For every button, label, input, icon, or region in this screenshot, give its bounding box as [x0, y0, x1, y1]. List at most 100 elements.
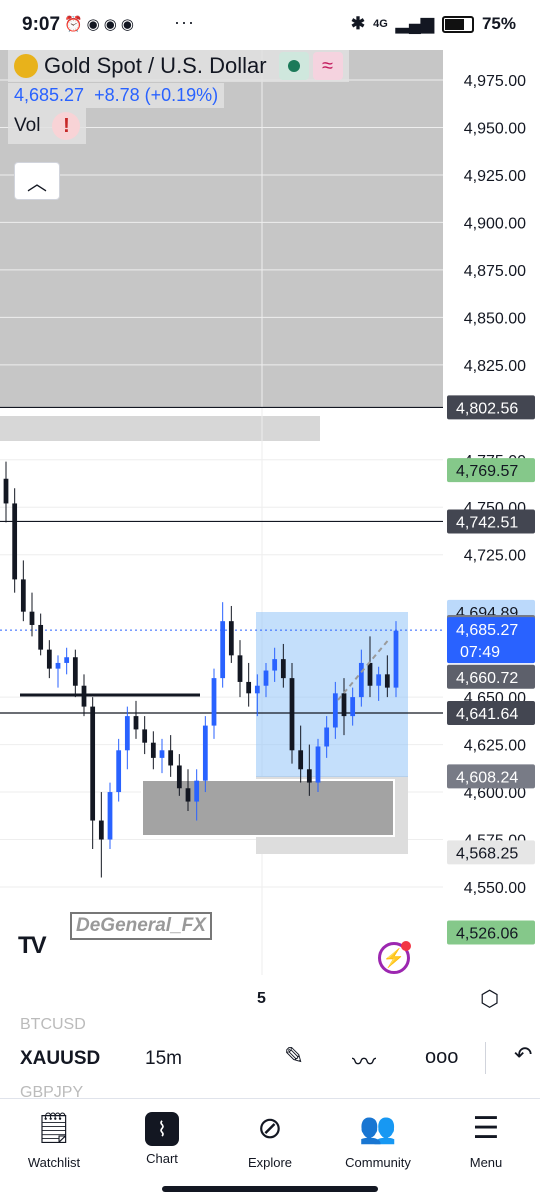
flash-icon[interactable]: ⚡: [378, 941, 411, 974]
price-badge-label: 4,769.57: [456, 463, 518, 480]
candle-body: [116, 750, 122, 793]
candle-body: [168, 750, 174, 766]
candle-body: [12, 503, 18, 580]
candle-body: [150, 742, 156, 758]
draw-pen-icon[interactable]: ✎: [284, 1042, 304, 1071]
candle-body: [211, 678, 217, 726]
undo-icon[interactable]: ↶: [514, 1042, 532, 1068]
price-badge-label: 4,608.24: [456, 769, 518, 786]
candle-body: [64, 657, 70, 663]
price-badge-label: 4,660.72: [456, 670, 518, 687]
y-tick-label: 4,900.00: [464, 215, 526, 232]
candle-body: [124, 716, 130, 751]
countdown-label: 07:49: [460, 644, 500, 661]
y-tick-label: 4,825.00: [464, 358, 526, 375]
nav-label-menu: Menu: [469, 1155, 503, 1170]
candle-body: [29, 611, 35, 625]
candle-body: [185, 788, 191, 802]
exclamation-icon[interactable]: !: [52, 112, 81, 140]
approx-wave-icon[interactable]: ≈: [312, 52, 343, 80]
nav-watchlist[interactable]: 🗒 Watchlist: [0, 1107, 108, 1170]
legend-title-row[interactable]: Gold Spot / U.S. Dollar ≈: [8, 50, 349, 82]
gold-symbol-icon: [14, 54, 38, 78]
time-axis-label: 5: [257, 990, 266, 1007]
price-chart[interactable]: 4,975.00 4,950.00 4,925.00 4,900.00 4,875.00…: [0, 50, 540, 1020]
y-tick-label: 4,975.00: [464, 73, 526, 90]
candle-body: [289, 678, 295, 751]
home-indicator[interactable]: [162, 1186, 378, 1192]
status-time: 9:07: [22, 14, 61, 35]
candle-body: [46, 649, 52, 669]
nav-label-community: Community: [345, 1155, 411, 1170]
tradingview-logo-icon: TV: [18, 932, 47, 959]
market-status-icon[interactable]: [278, 52, 309, 80]
nav-label-chart: Chart: [146, 1151, 178, 1166]
nav-menu[interactable]: ☰ Menu: [432, 1107, 540, 1170]
volume-label: Vol: [14, 115, 41, 136]
candle-body: [159, 750, 165, 758]
candle-body: [280, 659, 286, 679]
symbol-selector[interactable]: XAUUSD: [20, 1048, 100, 1070]
candle-body: [142, 729, 148, 743]
nav-community[interactable]: 👥 Community: [324, 1107, 432, 1170]
status-right: ✱ 4G ▂▄▆ 75%: [351, 14, 516, 34]
compass-icon: ⊘: [257, 1112, 283, 1145]
price-badge-label: 4,685.27: [456, 622, 518, 639]
candle-body: [332, 693, 338, 728]
candle-body: [367, 662, 373, 686]
candle-body: [98, 820, 104, 840]
last-price: 4,685.27: [14, 85, 85, 105]
ghost-symbol-above[interactable]: BTCUSD: [20, 1016, 86, 1034]
price-badge-label: 4,568.25: [456, 845, 518, 862]
blue-range-box: [256, 612, 408, 777]
settings-gear-icon[interactable]: ⬡: [480, 986, 499, 1012]
candle-body: [81, 685, 87, 707]
battery-level: 75%: [481, 14, 516, 33]
candle-body: [55, 662, 61, 669]
interval-selector[interactable]: 15m: [145, 1048, 182, 1070]
candle-body: [315, 746, 321, 783]
candle-body: [133, 716, 139, 730]
candle-body: [220, 621, 226, 679]
y-tick-label: 4,725.00: [464, 548, 526, 565]
battery-icon: [441, 15, 474, 33]
candle-body: [246, 681, 252, 694]
chart-icon: ⌇: [145, 1112, 179, 1146]
candle-body: [272, 659, 278, 671]
candle-body: [72, 657, 78, 686]
community-icon: 👥: [359, 1112, 397, 1145]
candle-body: [350, 697, 356, 717]
nav-label-watchlist: Watchlist: [27, 1155, 81, 1170]
more-notifications-icon: ···: [174, 12, 195, 32]
candle-body: [176, 765, 182, 789]
y-tick-label: 4,925.00: [464, 168, 526, 185]
price-badge-label: 4,641.64: [456, 706, 518, 723]
y-tick-label: 4,850.00: [464, 310, 526, 327]
y-tick-label: 4,875.00: [464, 263, 526, 280]
gray-zone-bar: [0, 416, 320, 441]
indicators-icon[interactable]: 〰: [352, 1042, 376, 1077]
chevron-up-icon: ︿: [27, 172, 47, 195]
collapse-legend-button[interactable]: ︿: [14, 162, 60, 200]
y-tick-label: 4,625.00: [464, 738, 526, 755]
more-options-icon[interactable]: ooo: [425, 1046, 458, 1069]
candle-body: [384, 674, 390, 688]
green-dot-icon: [287, 60, 300, 72]
watchlist-icon: 🗒: [34, 1112, 74, 1145]
candle-body: [107, 792, 113, 840]
candle-body: [38, 624, 44, 650]
price-badge-label: 4,742.51: [456, 514, 518, 531]
candle-body: [237, 655, 243, 682]
signal-icon: ▂▄▆: [395, 14, 434, 33]
candle-body: [228, 621, 234, 656]
menu-icon: ☰: [472, 1112, 500, 1145]
candle-body: [324, 727, 330, 747]
candle-body: [20, 579, 26, 612]
nav-chart[interactable]: ⌇ Chart: [108, 1107, 216, 1166]
status-bar: 9:07 ⏰◉◉◉ ··· ✱ 4G ▂▄▆ 75%: [0, 0, 540, 50]
candle-body: [3, 478, 9, 504]
watermark-label: DeGeneral_FX: [70, 912, 212, 940]
legend-volume-row[interactable]: Vol !: [8, 108, 87, 144]
nav-explore[interactable]: ⊘ Explore: [216, 1107, 324, 1170]
candle-body: [306, 769, 312, 783]
